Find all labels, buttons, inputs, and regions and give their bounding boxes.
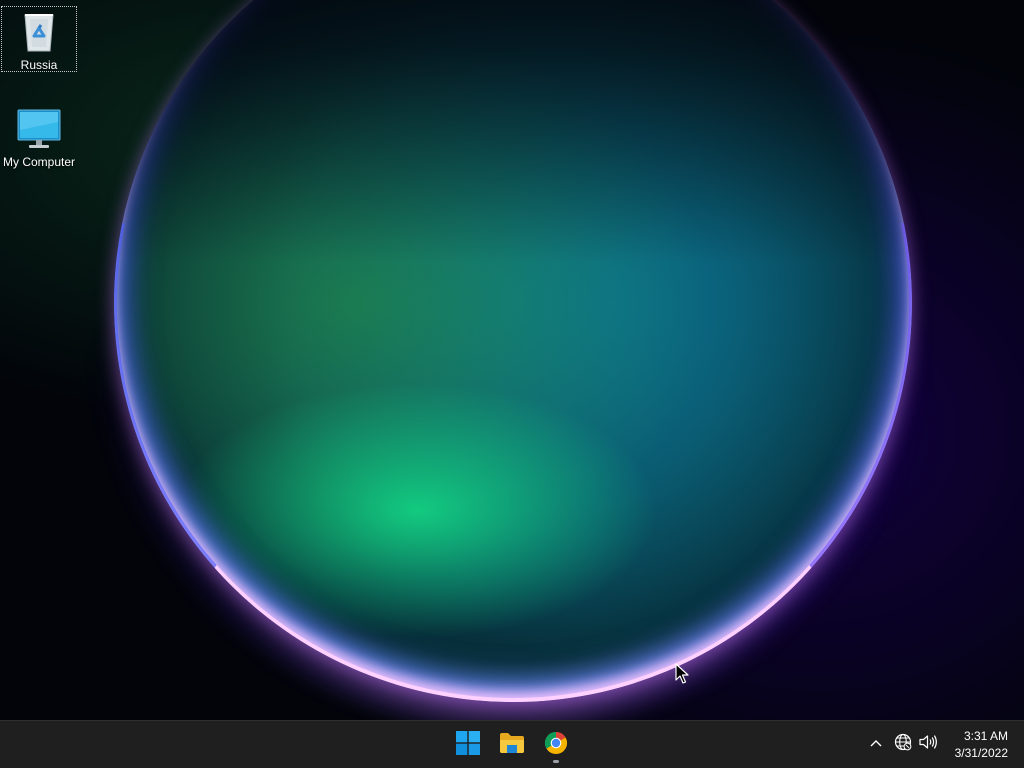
chevron-up-icon <box>869 735 883 753</box>
windows-logo-icon <box>456 730 480 760</box>
computer-monitor-icon <box>16 109 62 153</box>
desktop-icon-label: Russia <box>20 58 58 72</box>
clock-time: 3:31 AM <box>963 729 1008 743</box>
taskbar: 3:31 AM 3/31/2022 <box>0 720 1024 768</box>
network-globe-icon <box>894 733 912 756</box>
desktop-icon-recycle-bin[interactable]: Russia <box>1 6 77 72</box>
folder-icon <box>499 732 525 759</box>
network-button[interactable] <box>892 733 914 755</box>
desktop-icon-my-computer[interactable]: My Computer <box>1 106 77 169</box>
clock-date: 3/31/2022 <box>954 746 1008 760</box>
mouse-pointer-icon <box>675 663 689 690</box>
desktop-icon-label: My Computer <box>2 155 76 169</box>
show-hidden-icons-button[interactable] <box>865 733 887 755</box>
running-indicator <box>553 760 559 763</box>
file-explorer-button[interactable] <box>492 725 532 765</box>
clock-button[interactable]: 3:31 AM 3/31/2022 <box>944 728 1008 762</box>
volume-icon <box>918 733 938 756</box>
start-button[interactable] <box>448 725 488 765</box>
chrome-button[interactable] <box>536 725 576 765</box>
chrome-icon <box>544 731 568 760</box>
recycle-bin-icon <box>20 14 58 56</box>
volume-button[interactable] <box>917 733 939 755</box>
desktop-wallpaper[interactable]: Russia My Computer <box>0 0 1024 720</box>
